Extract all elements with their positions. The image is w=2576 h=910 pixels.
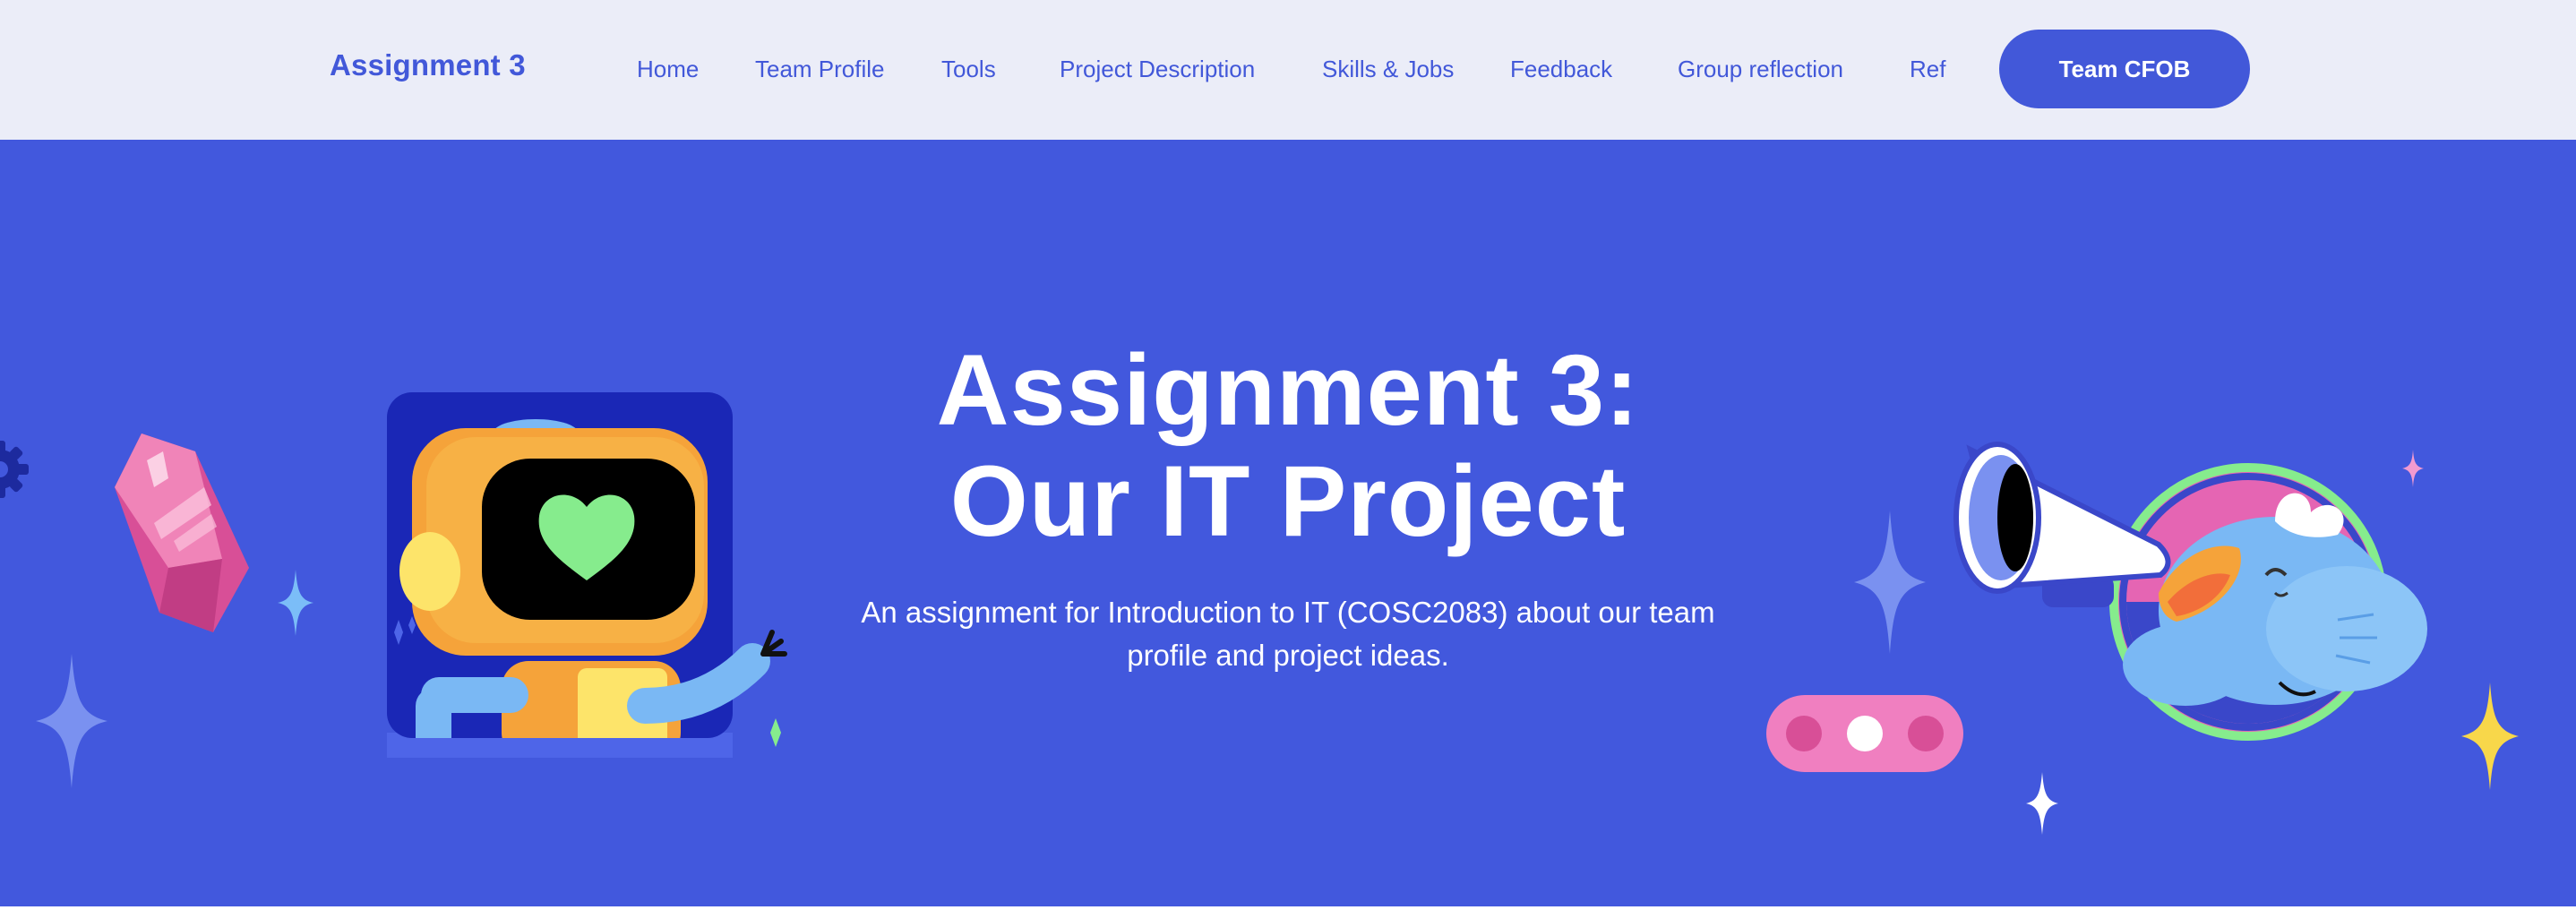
hero-title-line1: Assignment 3: — [936, 334, 1640, 446]
chat-bubble-icon — [1766, 695, 1963, 772]
brand-link[interactable]: Assignment 3 — [330, 48, 526, 82]
team-cta-button[interactable]: Team CFOB — [1999, 30, 2250, 108]
sparkle-icon — [36, 654, 107, 788]
nav-link-group-reflection[interactable]: Group reflection — [1678, 56, 1843, 83]
gear-icon — [0, 441, 29, 498]
nav-link-project-description[interactable]: Project Description — [1060, 56, 1255, 83]
nav-link-team-profile[interactable]: Team Profile — [755, 56, 885, 83]
nav-link-ref[interactable]: Ref — [1910, 56, 1945, 83]
hero-title: Assignment 3: Our IT Project — [840, 335, 1736, 557]
bird-megaphone-illustration — [1953, 442, 2427, 741]
sparkle-icon — [1854, 511, 1926, 654]
hero-subtitle: An assignment for Introduction to IT (CO… — [861, 596, 1715, 672]
hero-title-line2: Our IT Project — [949, 445, 1627, 557]
gem-icon — [115, 434, 249, 632]
nav-link-feedback[interactable]: Feedback — [1510, 56, 1612, 83]
sparkle-icon — [2461, 682, 2519, 790]
hero-bottom-divider — [0, 906, 2576, 910]
navbar: Assignment 3 Home Team Profile Tools Pro… — [0, 0, 2576, 140]
hero-section: Assignment 3: Our IT Project An assignme… — [0, 140, 2576, 906]
nav-link-tools[interactable]: Tools — [941, 56, 996, 83]
robot-illustration — [387, 392, 787, 758]
nav-link-skills-jobs[interactable]: Skills & Jobs — [1322, 56, 1454, 83]
sparkle-icon — [278, 570, 313, 636]
nav-link-home[interactable]: Home — [637, 56, 699, 83]
sparkle-icon — [2026, 772, 2058, 835]
